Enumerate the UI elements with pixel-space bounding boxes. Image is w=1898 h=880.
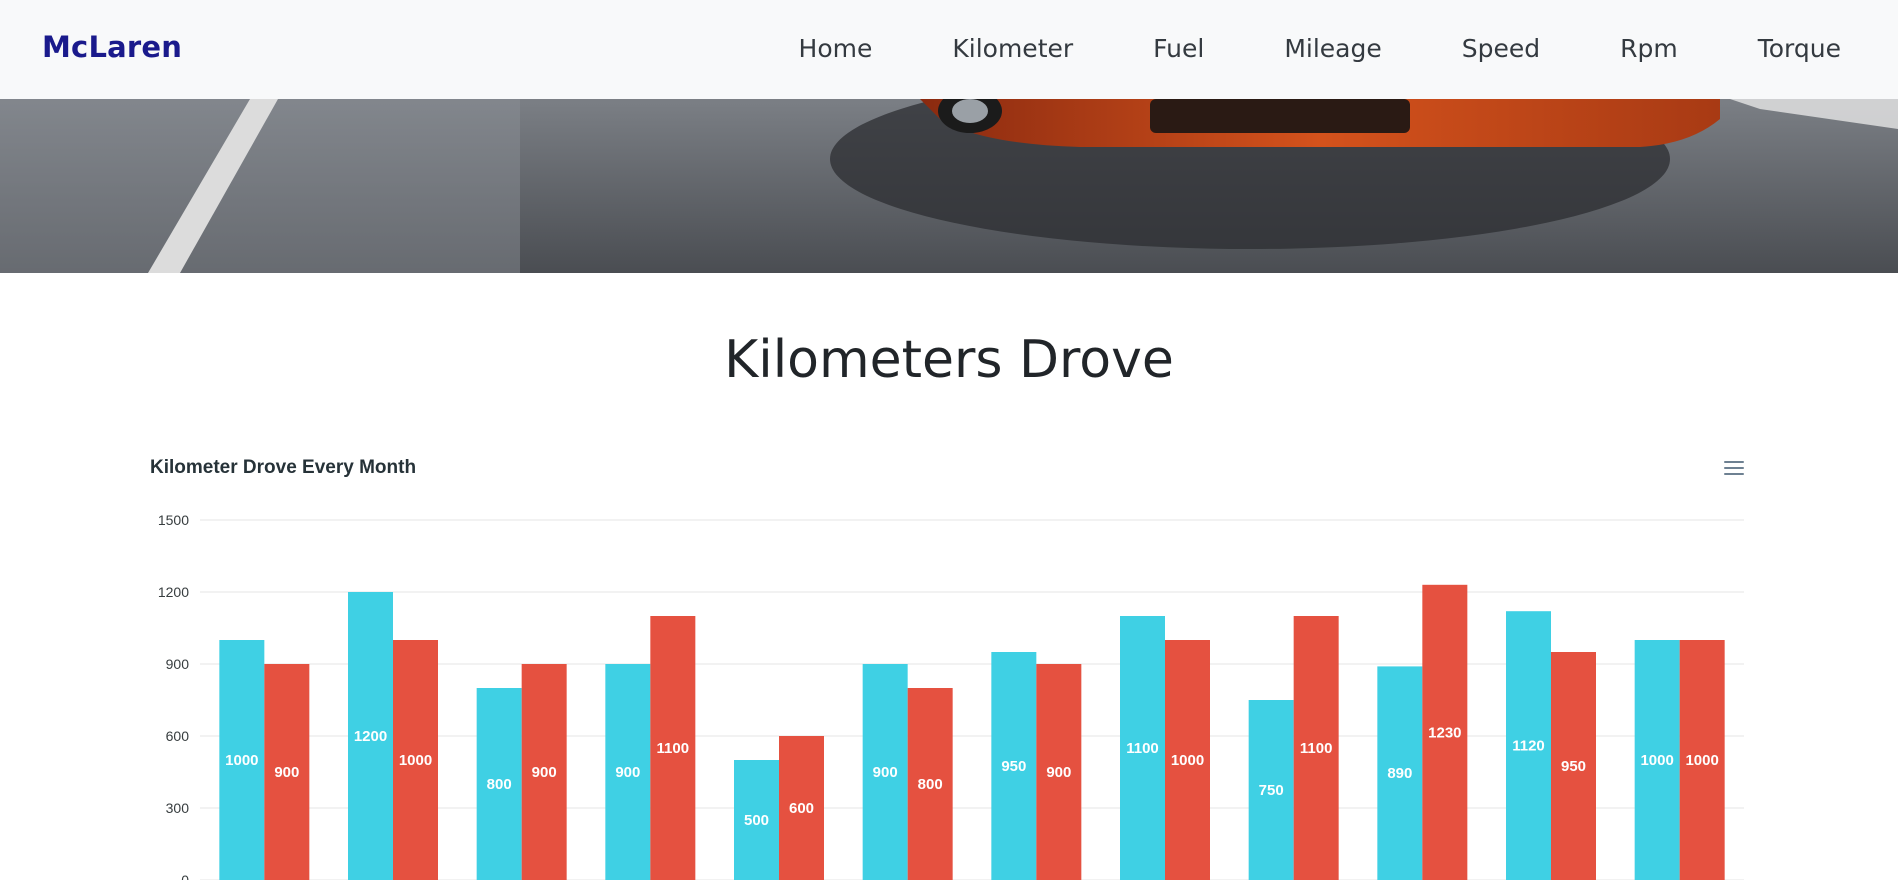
nav-link-mileage[interactable]: Mileage	[1284, 34, 1381, 63]
bar-data-label: 950	[1561, 758, 1586, 775]
y-axis-tick-label: 600	[166, 728, 190, 744]
bar-data-label: 500	[744, 812, 769, 829]
bar-data-label: 1100	[1126, 740, 1159, 757]
bar-chart: 0 300 600 900 1200 1500 1000 900 1200 1000 800 900…	[158, 512, 1744, 880]
bar-data-label: 1100	[657, 740, 690, 757]
bar-data-label: 900	[615, 764, 640, 781]
bar-data-label: 900	[532, 764, 557, 781]
brand-logo[interactable]: McLaren	[42, 30, 182, 64]
bar-data-label: 900	[274, 764, 299, 781]
nav-link-fuel[interactable]: Fuel	[1153, 34, 1204, 63]
bar-data-label: 1000	[225, 752, 258, 769]
bar-data-label: 1230	[1428, 724, 1461, 741]
bar-data-label: 1000	[1171, 752, 1204, 769]
bar-data-label: 1000	[1685, 752, 1718, 769]
y-axis-tick-label: 1200	[158, 584, 189, 600]
y-axis-tick-label: 900	[166, 656, 190, 672]
chart-bars	[219, 584, 1725, 880]
nav-link-torque[interactable]: Torque	[1758, 34, 1841, 63]
y-axis-tick-label: 1500	[158, 512, 189, 528]
bar-data-label: 900	[873, 764, 898, 781]
nav-link-home[interactable]: Home	[799, 34, 873, 63]
bar-data-label: 1100	[1300, 740, 1333, 757]
bar-data-label: 600	[789, 800, 814, 817]
nav-link-kilometer[interactable]: Kilometer	[952, 34, 1073, 63]
nav-links: Home Kilometer Fuel Mileage Speed Rpm To…	[719, 34, 1841, 63]
bar-data-label: 800	[487, 776, 512, 793]
bar-data-label: 800	[918, 776, 943, 793]
bar-data-label: 1000	[1640, 752, 1673, 769]
y-axis-tick-label: 0	[181, 872, 189, 880]
nav-link-rpm[interactable]: Rpm	[1620, 34, 1678, 63]
bar-data-label: 750	[1259, 782, 1284, 799]
chart-data-labels: 1000 900 1200 1000 800 900 900 1100 500 600 900 800…	[225, 724, 1719, 829]
bar-data-label: 1200	[354, 728, 387, 745]
bar-data-label: 1000	[399, 752, 432, 769]
navbar: McLaren Home Kilometer Fuel Mileage Spee…	[0, 0, 1898, 99]
nav-link-speed[interactable]: Speed	[1462, 34, 1540, 63]
bar-data-label: 890	[1387, 765, 1412, 782]
bar-data-label: 1120	[1512, 738, 1545, 755]
bar-data-label: 900	[1046, 764, 1071, 781]
y-axis-tick-label: 300	[166, 800, 190, 816]
bar-data-label: 950	[1001, 758, 1026, 775]
